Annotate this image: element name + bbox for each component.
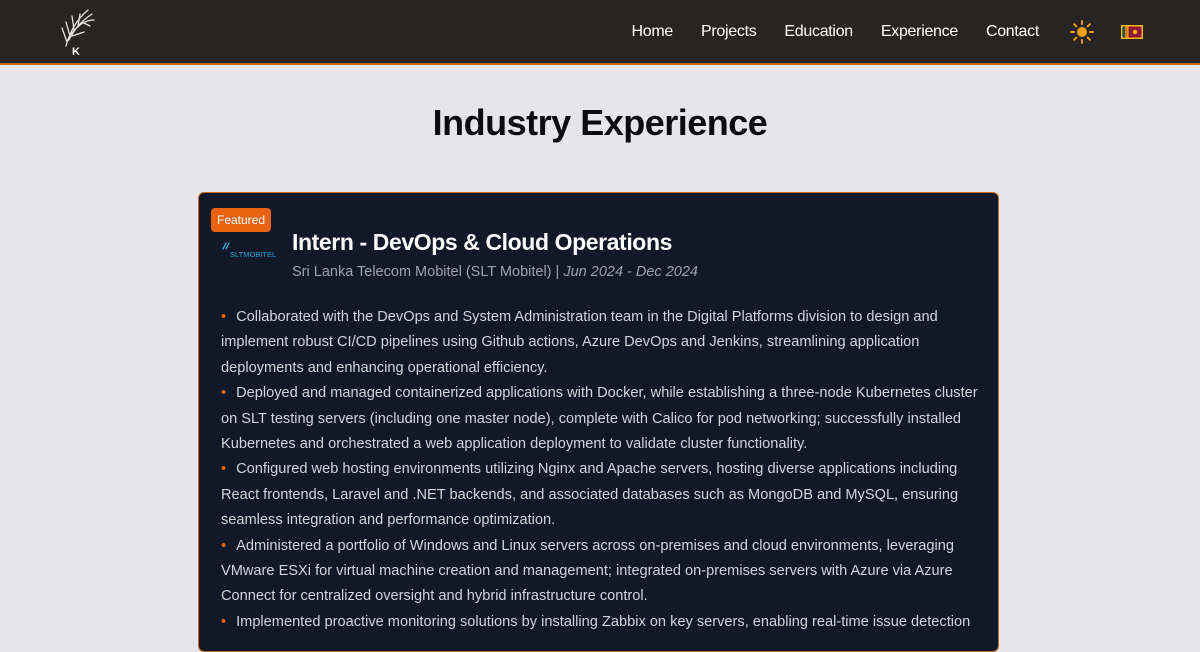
logo-icon[interactable]: K xyxy=(58,6,98,58)
svg-text:SLTMOBITEL: SLTMOBITEL xyxy=(230,250,276,259)
bullet-icon: • xyxy=(221,309,227,325)
company-name: Sri Lanka Telecom Mobitel (SLT Mobitel) xyxy=(292,264,552,280)
nav-contact[interactable]: Contact xyxy=(986,23,1039,41)
bullet-icon: • xyxy=(221,613,227,630)
bullet-text: Configured web hosting environments util… xyxy=(221,461,959,529)
bullet-text: Administered a portfolio of Windows and … xyxy=(221,537,954,605)
job-meta: Sri Lanka Telecom Mobitel (SLT Mobitel) … xyxy=(292,264,698,280)
navbar: K Home Projects Education Experience Con… xyxy=(0,0,1200,65)
experience-card: Featured SLTMOBITEL Intern - DevOps & Cl… xyxy=(198,192,999,652)
company-logo: SLTMOBITEL xyxy=(222,242,276,259)
nav-projects[interactable]: Projects xyxy=(701,23,757,41)
responsibility-list: • Collaborated with the DevOps and System… xyxy=(221,305,981,635)
bullet-text: Deployed and managed containerized appli… xyxy=(221,385,978,453)
list-item: • Deployed and managed containerized appl… xyxy=(221,381,981,457)
nav-education[interactable]: Education xyxy=(784,23,853,41)
list-item: • Implemented proactive monitoring soluti… xyxy=(221,610,981,635)
meta-separator: | xyxy=(555,264,560,280)
list-item: • Collaborated with the DevOps and System… xyxy=(221,305,981,381)
sri-lanka-flag-icon[interactable] xyxy=(1121,24,1143,39)
bullet-icon: • xyxy=(221,385,227,402)
page-title: Industry Experience xyxy=(432,102,768,143)
list-item: • Administered a portfolio of Windows and… xyxy=(221,534,981,610)
nav-experience[interactable]: Experience xyxy=(881,23,958,41)
job-title: Intern - DevOps & Cloud Operations xyxy=(292,229,672,255)
job-dates: Jun 2024 - Dec 2024 xyxy=(563,264,698,280)
bullet-text: Implemented proactive monitoring solutio… xyxy=(236,613,971,630)
svg-text:K: K xyxy=(72,46,80,58)
bullet-text: Collaborated with the DevOps and System … xyxy=(221,309,938,376)
featured-badge: Featured xyxy=(211,208,272,232)
bullet-icon: • xyxy=(221,537,227,554)
sun-icon[interactable] xyxy=(1069,19,1095,45)
nav-home[interactable]: Home xyxy=(632,23,674,41)
nav-links: Home Projects Education Experience Conta… xyxy=(632,0,1200,63)
list-item: • Configured web hosting environments uti… xyxy=(221,457,981,533)
bullet-icon: • xyxy=(221,461,227,478)
